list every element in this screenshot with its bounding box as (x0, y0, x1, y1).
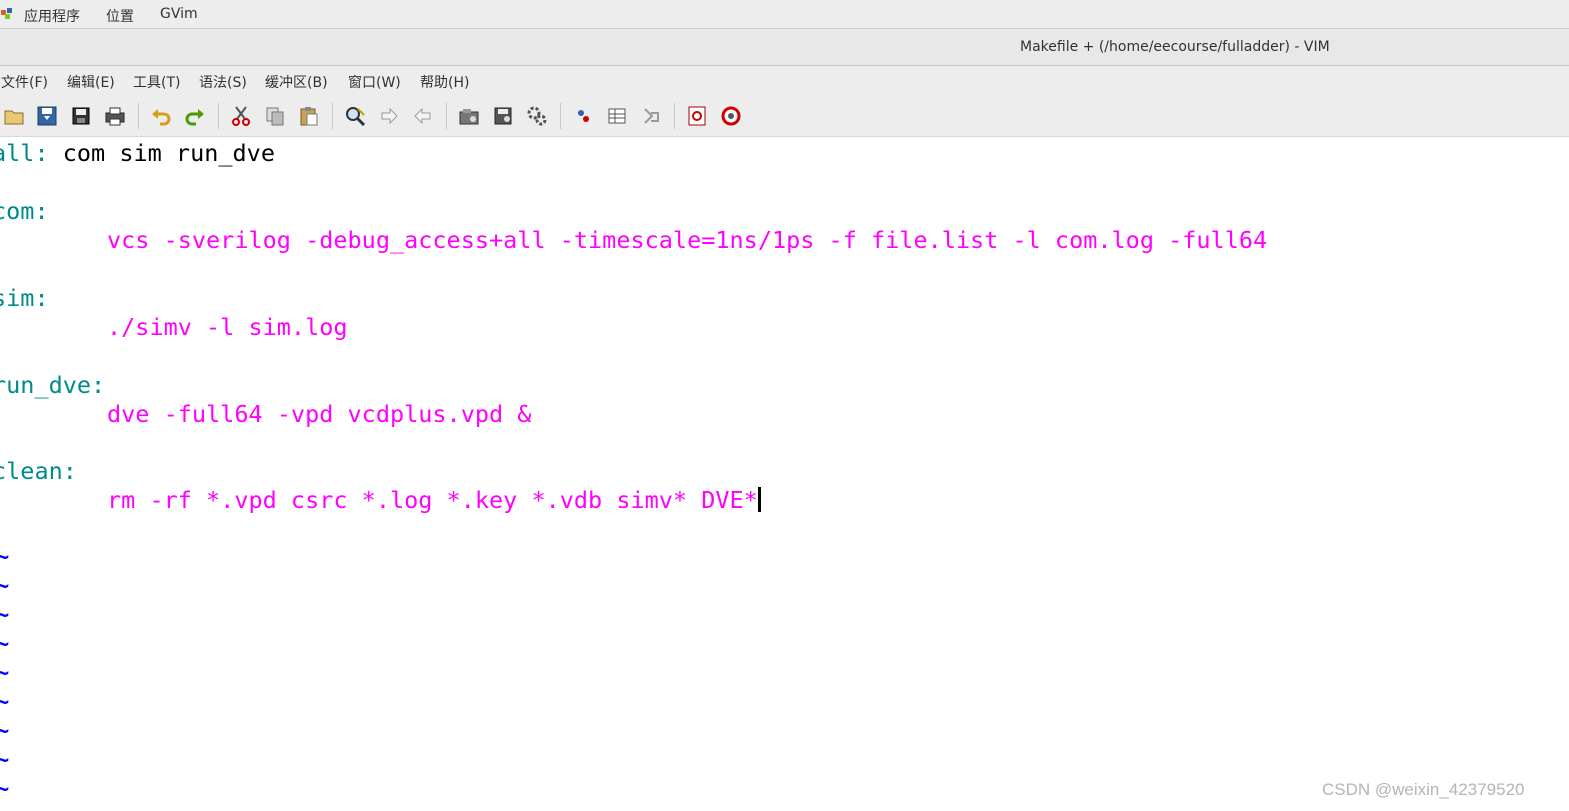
jump-to-tag-icon[interactable] (640, 105, 662, 127)
recipe-command: ./simv -l sim.log (107, 313, 348, 341)
menu-edit[interactable]: 编辑(E) (67, 72, 115, 92)
find-previous-icon[interactable] (412, 105, 434, 127)
target-dependencies: com sim run_dve (48, 139, 275, 167)
menu-bar: 文件(F) 编辑(E) 工具(T) 语法(S) 缓冲区(B) 窗口(W) 帮助(… (0, 66, 1569, 95)
target-label: sim: (0, 284, 49, 312)
target-label: run_dve: (0, 371, 106, 399)
menu-help[interactable]: 帮助(H) (420, 72, 469, 92)
code-line: run_dve: (0, 371, 105, 400)
load-session-icon[interactable] (458, 105, 480, 127)
open-icon[interactable] (3, 105, 25, 127)
recipe-command: vcs -sverilog -debug_access+all -timesca… (107, 226, 1268, 254)
redo-icon[interactable] (184, 105, 206, 127)
toolbar-separator (332, 103, 333, 129)
empty-line-tilde: ~ (0, 661, 10, 686)
target-label: clean: (0, 457, 77, 485)
empty-line-tilde: ~ (0, 632, 10, 657)
recipe-command: rm -rf *.vpd csrc *.log *.key *.vdb simv… (107, 486, 758, 514)
toolbar-separator (138, 103, 139, 129)
applications-icon[interactable] (1, 8, 15, 20)
window-titlebar[interactable]: Makefile + (/home/eecourse/fulladder) - … (0, 29, 1569, 66)
undo-icon[interactable] (150, 105, 172, 127)
text-cursor (757, 487, 761, 512)
target-label: all: (0, 139, 49, 167)
empty-line-tilde: ~ (0, 603, 10, 628)
code-line: ./simv -l sim.log (107, 313, 348, 342)
places-menu[interactable]: 位置 (106, 6, 134, 26)
watermark: CSDN @weixin_42379520 (1322, 780, 1525, 799)
save-icon[interactable] (36, 105, 58, 127)
paste-icon[interactable] (298, 105, 320, 127)
toolbar-separator (446, 103, 447, 129)
run-ctags-icon[interactable] (606, 105, 628, 127)
cut-icon[interactable] (230, 105, 252, 127)
code-line: dve -full64 -vpd vcdplus.vpd & (107, 400, 531, 429)
toolbar-separator (674, 103, 675, 129)
menu-buffers[interactable]: 缓冲区(B) (265, 72, 328, 92)
applications-menu[interactable]: 应用程序 (24, 6, 80, 26)
toolbar (0, 95, 1569, 137)
toolbar-separator (218, 103, 219, 129)
top-panel: 应用程序 位置 GVim (0, 0, 1569, 29)
empty-line-tilde: ~ (0, 748, 10, 773)
gvim-app-menu[interactable]: GVim (160, 6, 198, 22)
make-icon[interactable] (572, 105, 594, 127)
toolbar-separator (560, 103, 561, 129)
editor-text-area[interactable]: all: com sim run_dve com: vcs -sverilog … (0, 137, 1569, 811)
menu-syntax[interactable]: 语法(S) (199, 72, 247, 92)
menu-tools[interactable]: 工具(T) (133, 72, 180, 92)
code-line: clean: (0, 457, 77, 486)
code-line: all: com sim run_dve (0, 139, 275, 168)
recipe-command: dve -full64 -vpd vcdplus.vpd & (107, 400, 532, 428)
window-title: Makefile + (/home/eecourse/fulladder) - … (1020, 39, 1330, 55)
copy-icon[interactable] (264, 105, 286, 127)
find-next-icon[interactable] (378, 105, 400, 127)
empty-line-tilde: ~ (0, 690, 10, 715)
find-replace-icon[interactable] (344, 105, 366, 127)
find-help-icon[interactable] (720, 105, 742, 127)
code-line: com: (0, 197, 49, 226)
menu-file[interactable]: 文件(F) (1, 72, 48, 92)
menu-window[interactable]: 窗口(W) (348, 72, 401, 92)
empty-line-tilde: ~ (0, 574, 10, 599)
empty-line-tilde: ~ (0, 545, 10, 570)
help-icon[interactable] (686, 105, 708, 127)
code-line: rm -rf *.vpd csrc *.log *.key *.vdb simv… (107, 486, 761, 515)
run-script-icon[interactable] (526, 105, 548, 127)
print-icon[interactable] (104, 105, 126, 127)
empty-line-tilde: ~ (0, 719, 10, 744)
save-session-icon[interactable] (492, 105, 514, 127)
code-line: sim: (0, 284, 49, 313)
empty-line-tilde: ~ (0, 777, 10, 802)
code-line: vcs -sverilog -debug_access+all -timesca… (107, 226, 1267, 255)
target-label: com: (0, 197, 49, 225)
save-all-icon[interactable] (70, 105, 92, 127)
